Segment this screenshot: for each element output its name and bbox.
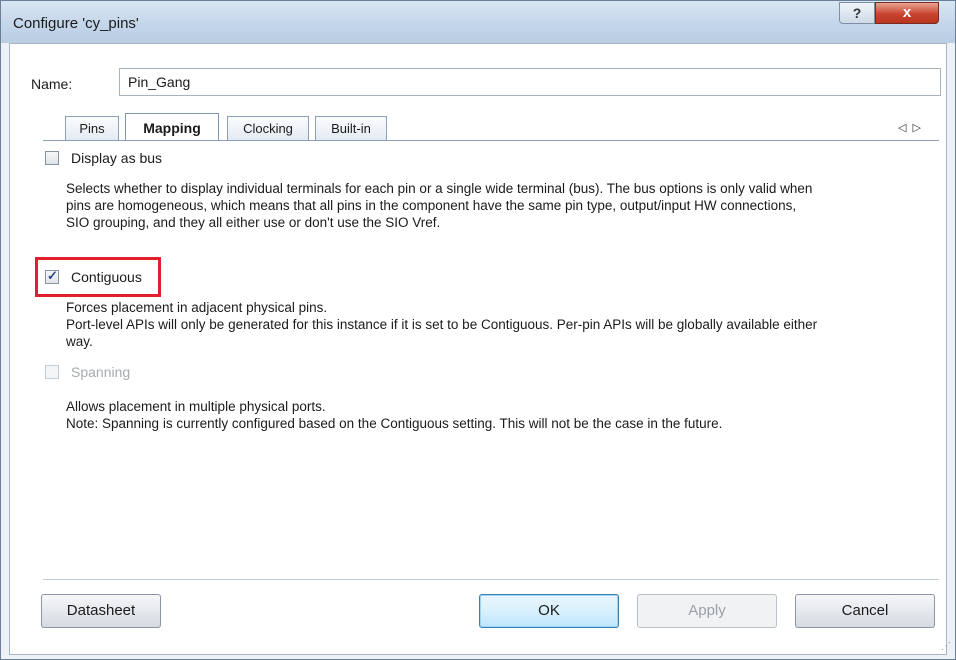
close-button[interactable]: x: [875, 2, 939, 24]
tab-scroll-left-icon[interactable]: ◁: [898, 122, 912, 134]
configure-dialog: Configure 'cy_pins' ? x Name: Pins Mappi…: [0, 0, 956, 660]
title-bar[interactable]: Configure 'cy_pins' ? x: [1, 1, 955, 43]
tab-clocking[interactable]: Clocking: [227, 116, 309, 140]
help-button[interactable]: ?: [839, 2, 875, 24]
resize-grip-icon[interactable]: ⋰: [941, 641, 951, 652]
tab-scroll-right-icon[interactable]: ▷: [912, 122, 926, 134]
description-line: Port-level APIs will only be generated f…: [66, 317, 818, 332]
contiguous-highlight-box: [35, 257, 161, 297]
contiguous-description: Forces placement in adjacent physical pi…: [66, 299, 946, 350]
datasheet-button[interactable]: Datasheet: [41, 594, 161, 628]
description-line: way.: [66, 334, 93, 349]
display-as-bus-label[interactable]: Display as bus: [71, 150, 162, 166]
apply-button[interactable]: Apply: [637, 594, 777, 628]
display-as-bus-description: Selects whether to display individual te…: [66, 180, 946, 231]
description-line: Forces placement in adjacent physical pi…: [66, 300, 328, 315]
display-as-bus-checkbox[interactable]: [45, 151, 59, 165]
tab-built-in[interactable]: Built-in: [315, 116, 387, 140]
description-line: Note: Spanning is currently configured b…: [66, 416, 723, 431]
spanning-checkbox[interactable]: [45, 365, 59, 379]
cancel-button[interactable]: Cancel: [795, 594, 935, 628]
tab-mapping[interactable]: Mapping: [125, 113, 219, 141]
name-input[interactable]: [119, 68, 941, 96]
tab-pins[interactable]: Pins: [65, 116, 119, 140]
description-line: SIO grouping, and they all either use or…: [66, 215, 441, 230]
spanning-description: Allows placement in multiple physical po…: [66, 398, 946, 432]
name-label: Name:: [31, 76, 73, 92]
tab-scroll-arrows[interactable]: ◁▷: [898, 121, 927, 134]
tab-strip-divider: [43, 140, 939, 141]
description-line: pins are homogeneous, which means that a…: [66, 198, 797, 213]
description-line: Allows placement in multiple physical po…: [66, 399, 326, 414]
spanning-label: Spanning: [71, 364, 131, 380]
button-separator: [43, 579, 939, 580]
ok-button[interactable]: OK: [479, 594, 619, 628]
window-title: Configure 'cy_pins': [13, 15, 139, 32]
description-line: Selects whether to display individual te…: [66, 181, 813, 196]
